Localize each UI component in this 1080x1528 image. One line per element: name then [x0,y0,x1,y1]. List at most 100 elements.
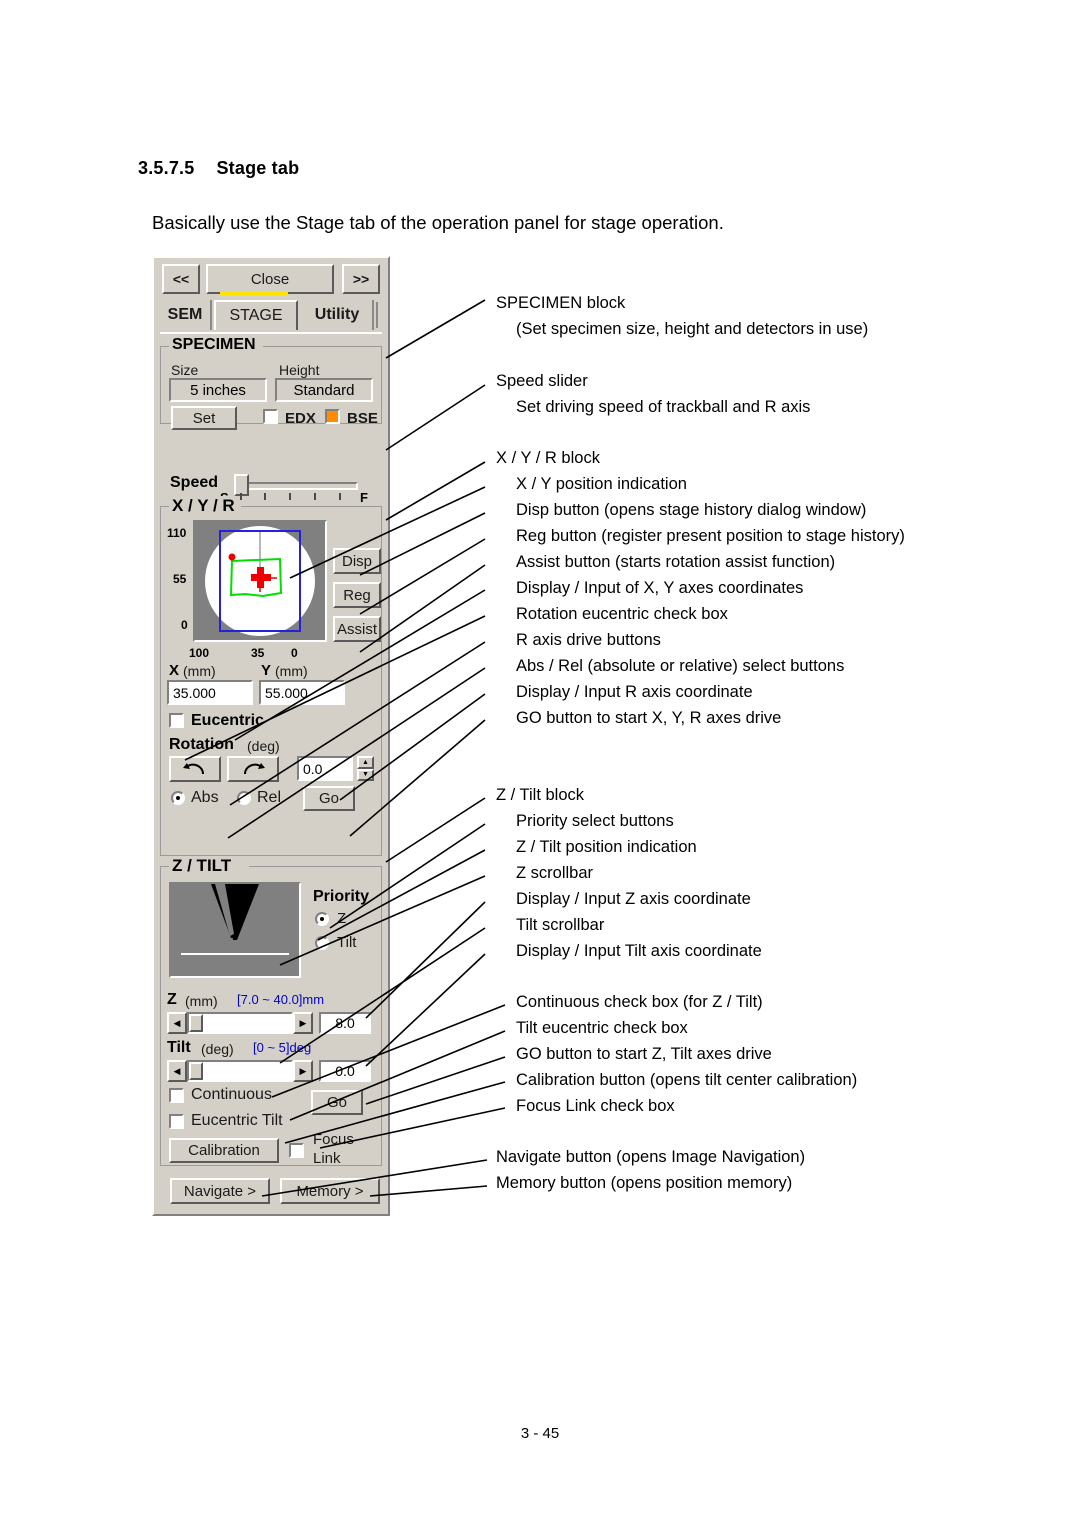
assist-button[interactable]: Assist [333,616,381,642]
speed-fast-label: F [360,490,368,505]
continuous-label: Continuous [191,1086,272,1103]
xyr-x-tick-left: 100 [189,646,210,660]
rotation-eucentric-checkbox[interactable] [169,713,184,728]
callout-abs-rel: Abs / Rel (absolute or relative) select … [516,657,845,675]
ztilt-group-title: Z / TILT [169,856,235,876]
speed-tick [314,493,316,500]
tilt-value-input[interactable]: 0.0 [319,1060,371,1082]
page-footer: 3 - 45 [520,1425,560,1442]
z-scrollbar-thumb[interactable] [189,1014,203,1032]
close-button[interactable]: Close [206,264,334,294]
tabs-divider [160,332,382,334]
rotation-spinner-down[interactable]: ▼ [357,768,374,781]
tab-stage[interactable]: STAGE [214,300,298,330]
callout-specimen-desc: (Set specimen size, height and detectors… [516,320,869,338]
disp-button[interactable]: Disp [333,548,381,574]
continuous-checkbox[interactable] [169,1088,184,1103]
rel-label: Rel [257,789,282,806]
tab-sem[interactable]: SEM [160,300,212,330]
ztilt-group: Z / TILT Priority Z Tilt Z (mm) [7.0 ~ 4… [160,856,382,1167]
rotate-cw-button[interactable] [227,756,279,782]
specimen-height-label: Height [279,362,320,378]
memory-button[interactable]: Memory > [280,1178,380,1204]
rotate-ccw-button[interactable] [169,756,221,782]
specimen-size-field[interactable]: 5 inches [169,378,267,402]
abs-label: Abs [191,789,219,806]
rotation-spinner-up[interactable]: ▲ [357,756,374,769]
tab-separator [376,302,378,328]
specimen-size-label: Size [171,362,199,378]
xyr-y-tick-top: 110 [167,526,187,540]
callout-z-scrollbar: Z scrollbar [516,864,594,882]
xyr-group-title: X / Y / R [169,496,238,516]
section-title: Stage tab [216,158,300,178]
callout-assist-button: Assist button (starts rotation assist fu… [516,553,836,571]
ztilt-position-view[interactable] [169,882,301,978]
specimen-set-button[interactable]: Set [171,406,237,430]
callout-priority: Priority select buttons [516,812,674,830]
callout-xyr-block: X / Y / R block [496,449,600,467]
callout-continuous: Continuous check box (for Z / Tilt) [516,993,763,1011]
tilt-scrollbar-right-arrow[interactable]: ▶ [293,1060,313,1082]
tilt-scrollbar-trough[interactable] [187,1060,293,1082]
priority-tilt-radio[interactable] [315,936,329,950]
specimen-height-field[interactable]: Standard [275,378,373,402]
navigate-button[interactable]: Navigate > [170,1178,270,1204]
rel-radio[interactable] [237,791,251,805]
z-scrollbar-trough[interactable] [187,1012,293,1034]
z-scrollbar-right-arrow[interactable]: ▶ [293,1012,313,1034]
bse-label: BSE [347,410,378,427]
callout-xy-position: X / Y position indication [516,475,687,493]
z-range-note: [7.0 ~ 40.0]mm [237,992,325,1007]
xyr-y-tick-mid: 55 [173,572,187,586]
callout-r-axis-buttons: R axis drive buttons [516,631,661,649]
focus-link-checkbox[interactable] [289,1143,304,1158]
xyr-go-button[interactable]: Go [303,786,355,811]
callout-reg-button: Reg button (register present position to… [516,527,905,545]
y-coordinate-input[interactable]: 55.000 [259,680,345,705]
prev-button[interactable]: << [162,264,200,294]
z-scrollbar[interactable]: ◀ ▶ [167,1012,313,1034]
reg-button[interactable]: Reg [333,582,381,608]
next-button[interactable]: >> [342,264,380,294]
priority-z-radio[interactable] [315,912,329,926]
callout-xy-input: Display / Input of X, Y axes coordinates [516,579,804,597]
eucentric-tilt-checkbox[interactable] [169,1114,184,1129]
y-coordinate-unit: (mm) [275,663,308,679]
active-tab-indicator [220,292,288,296]
callout-navigate: Navigate button (opens Image Navigation) [496,1148,806,1166]
z-value-input[interactable]: 8.0 [319,1012,371,1034]
x-coordinate-label: X [169,662,180,679]
specimen-group: SPECIMEN Size Height 5 inches Standard S… [160,336,382,430]
callout-calibration: Calibration button (opens tilt center ca… [516,1071,858,1089]
tab-utility[interactable]: Utility [302,300,374,330]
x-coordinate-input[interactable]: 35.000 [167,680,253,705]
edx-label: EDX [285,410,316,427]
callout-ztilt-block: Z / Tilt block [496,786,585,804]
tilt-scrollbar-thumb[interactable] [189,1062,203,1080]
specimen-group-title: SPECIMEN [169,336,259,354]
eucentric-tilt-label: Eucentric Tilt [191,1112,283,1129]
speed-slider-track[interactable] [238,482,358,490]
calibration-button[interactable]: Calibration [169,1138,279,1163]
z-scrollbar-left-arrow[interactable]: ◀ [167,1012,187,1034]
edx-checkbox[interactable] [263,409,278,424]
page-title: 3.5.7.5 Stage tab [138,158,299,179]
tilt-axis-label: Tilt [167,1039,191,1056]
xyr-x-tick-mid: 35 [251,646,265,660]
callout-ztilt-go: GO button to start Z, Tilt axes drive [516,1045,772,1063]
callout-xyr-go: GO button to start X, Y, R axes drive [516,709,782,727]
callout-z-input: Display / Input Z axis coordinate [516,890,751,908]
rotate-ccw-icon [183,763,204,775]
y-coordinate-label: Y [261,662,272,679]
callout-specimen-block: SPECIMEN block [496,294,626,312]
bse-checkbox[interactable] [325,409,340,424]
rotation-input[interactable]: 0.0 [297,756,353,781]
rotation-spinner[interactable]: ▲ ▼ [357,756,374,781]
abs-radio[interactable] [171,791,185,805]
speed-tick [264,493,266,500]
tilt-scrollbar-left-arrow[interactable]: ◀ [167,1060,187,1082]
tilt-scrollbar[interactable]: ◀ ▶ [167,1060,313,1082]
ztilt-go-button[interactable]: Go [311,1090,363,1115]
xy-position-map[interactable] [193,520,327,642]
